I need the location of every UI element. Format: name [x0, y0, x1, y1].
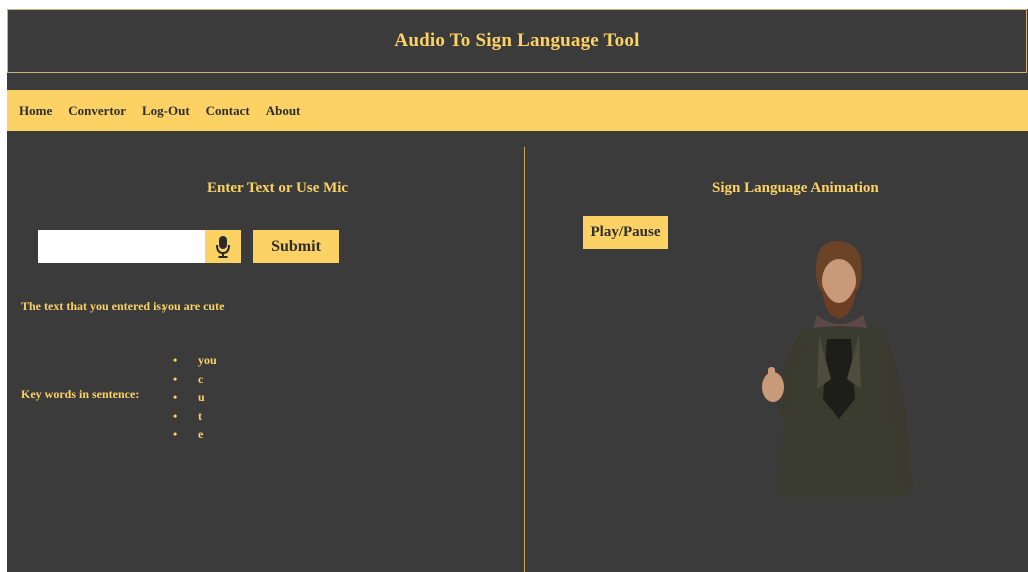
keywords-list: you c u t e — [173, 351, 217, 444]
keyword-item: e — [173, 425, 217, 444]
entered-text-label: The text that you entered is: — [21, 299, 166, 313]
nav-about[interactable]: About — [266, 103, 301, 119]
mic-button[interactable] — [205, 230, 241, 263]
keyword-item: u — [173, 388, 217, 407]
speech-text-input[interactable] — [38, 230, 205, 263]
animation-panel-heading: Sign Language Animation — [712, 180, 879, 196]
sign-avatar-image — [762, 241, 913, 497]
keyword-item: t — [173, 407, 217, 426]
keyword-item: c — [173, 370, 217, 389]
microphone-icon — [216, 235, 230, 258]
submit-button[interactable]: Submit — [253, 230, 339, 263]
nav-convertor[interactable]: Convertor — [68, 103, 126, 119]
entered-text-value: you are cute — [162, 299, 225, 313]
nav-bar: Home Convertor Log-Out Contact About — [7, 90, 1028, 131]
nav-contact[interactable]: Contact — [206, 103, 250, 119]
play-pause-button[interactable]: Play/Pause — [583, 216, 668, 249]
page-header: Audio To Sign Language Tool — [7, 9, 1027, 73]
nav-log-out[interactable]: Log-Out — [142, 103, 190, 119]
app-title: Audio To Sign Language Tool — [394, 30, 640, 51]
keywords-label: Key words in sentence: — [21, 387, 140, 401]
app-container: Audio To Sign Language Tool Home Convert… — [7, 9, 1028, 572]
input-panel-heading: Enter Text or Use Mic — [207, 180, 349, 196]
keyword-item: you — [173, 351, 217, 370]
nav-home[interactable]: Home — [19, 103, 52, 119]
panel-divider — [524, 147, 525, 572]
